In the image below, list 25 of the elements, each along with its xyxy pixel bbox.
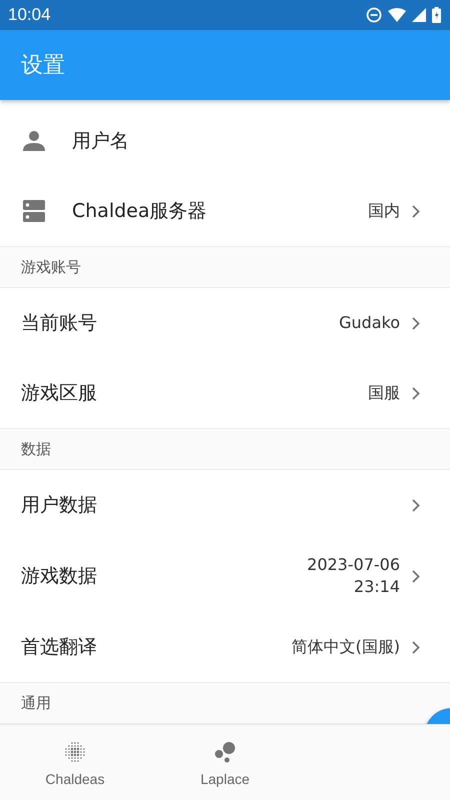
section-title: 通用 [21, 694, 51, 712]
setting-value: 国内 [368, 200, 400, 222]
setting-label: Chaldea服务器 [72, 199, 208, 224]
signal-icon [412, 8, 426, 22]
setting-label: 游戏数据 [21, 564, 98, 589]
person-icon [23, 131, 45, 151]
section-title: 数据 [21, 440, 51, 458]
setting-value: Gudako [339, 312, 400, 334]
setting-value: 国服 [368, 382, 400, 404]
setting-label: 当前账号 [21, 311, 98, 336]
page-title: 设置 [21, 52, 65, 80]
section-title: 游戏账号 [21, 258, 81, 276]
nav-tab[interactable]: Laplace [150, 725, 300, 800]
setting-label: 用户名 [72, 129, 130, 154]
setting-label: 首选翻译 [21, 635, 98, 660]
setting-value: 简体中文(国服) [292, 636, 400, 658]
status-time: 10:04 [8, 5, 51, 25]
setting-value: 2023-07-06 23:14 [307, 554, 400, 598]
do-not-disturb-icon [366, 7, 382, 23]
setting-label: 游戏区服 [21, 381, 98, 406]
battery-icon [432, 7, 441, 23]
nav-tab[interactable]: Chaldeas [0, 725, 150, 800]
server-icon [23, 200, 45, 222]
setting-label: 用户数据 [21, 493, 98, 518]
wifi-icon [388, 8, 406, 22]
